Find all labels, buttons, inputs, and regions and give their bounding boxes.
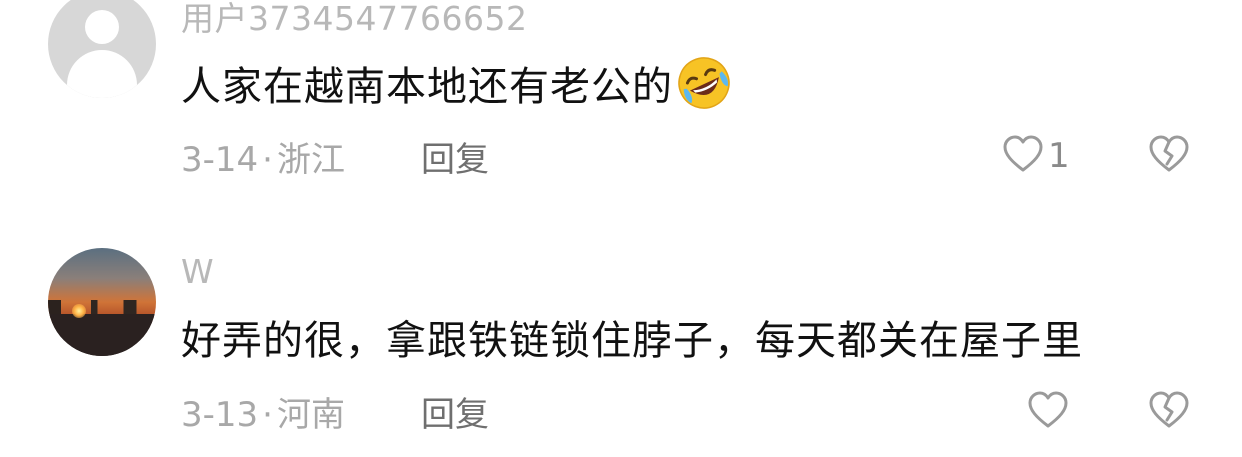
avatar[interactable] [48, 0, 156, 98]
comment-date: 3-13 [181, 395, 259, 435]
avatar-head-shape [85, 10, 119, 44]
comment-username[interactable]: W [181, 252, 214, 291]
comment-text-body: 人家在越南本地还有老公的 [181, 64, 673, 110]
comment-meta: 3-13 · 河南 [181, 387, 345, 436]
comment-text: 人家在越南本地还有老公的 [181, 54, 733, 112]
broken-heart-icon [1148, 135, 1190, 178]
rolling-on-floor-laughing-icon [675, 54, 733, 112]
comment-location: 河南 [276, 395, 345, 435]
comment-text: 好弄的很，拿跟铁链锁住脖子，每天都关在屋子里 [181, 318, 1083, 364]
reply-button[interactable]: 回复 [421, 132, 489, 181]
like-count: 1 [1048, 136, 1070, 176]
avatar-sun-shape [72, 304, 86, 318]
heart-icon [1027, 390, 1069, 434]
meta-separator: · [262, 395, 273, 435]
comment-date: 3-14 [181, 140, 259, 180]
reply-button[interactable]: 回复 [421, 387, 489, 436]
avatar-body-shape [67, 50, 137, 98]
heart-icon [1002, 134, 1044, 178]
comment-username[interactable]: 用户3734547766652 [181, 0, 527, 40]
dislike-button[interactable] [1148, 390, 1190, 434]
avatar[interactable] [48, 248, 156, 356]
like-button[interactable] [1027, 390, 1069, 434]
comment-location: 浙江 [276, 140, 345, 180]
avatar-ground-shape [48, 314, 156, 356]
like-button[interactable]: 1 [1002, 134, 1070, 178]
broken-heart-icon [1148, 391, 1190, 434]
dislike-button[interactable] [1148, 134, 1190, 178]
meta-separator: · [262, 140, 273, 180]
comment-meta: 3-14 · 浙江 [181, 132, 345, 181]
